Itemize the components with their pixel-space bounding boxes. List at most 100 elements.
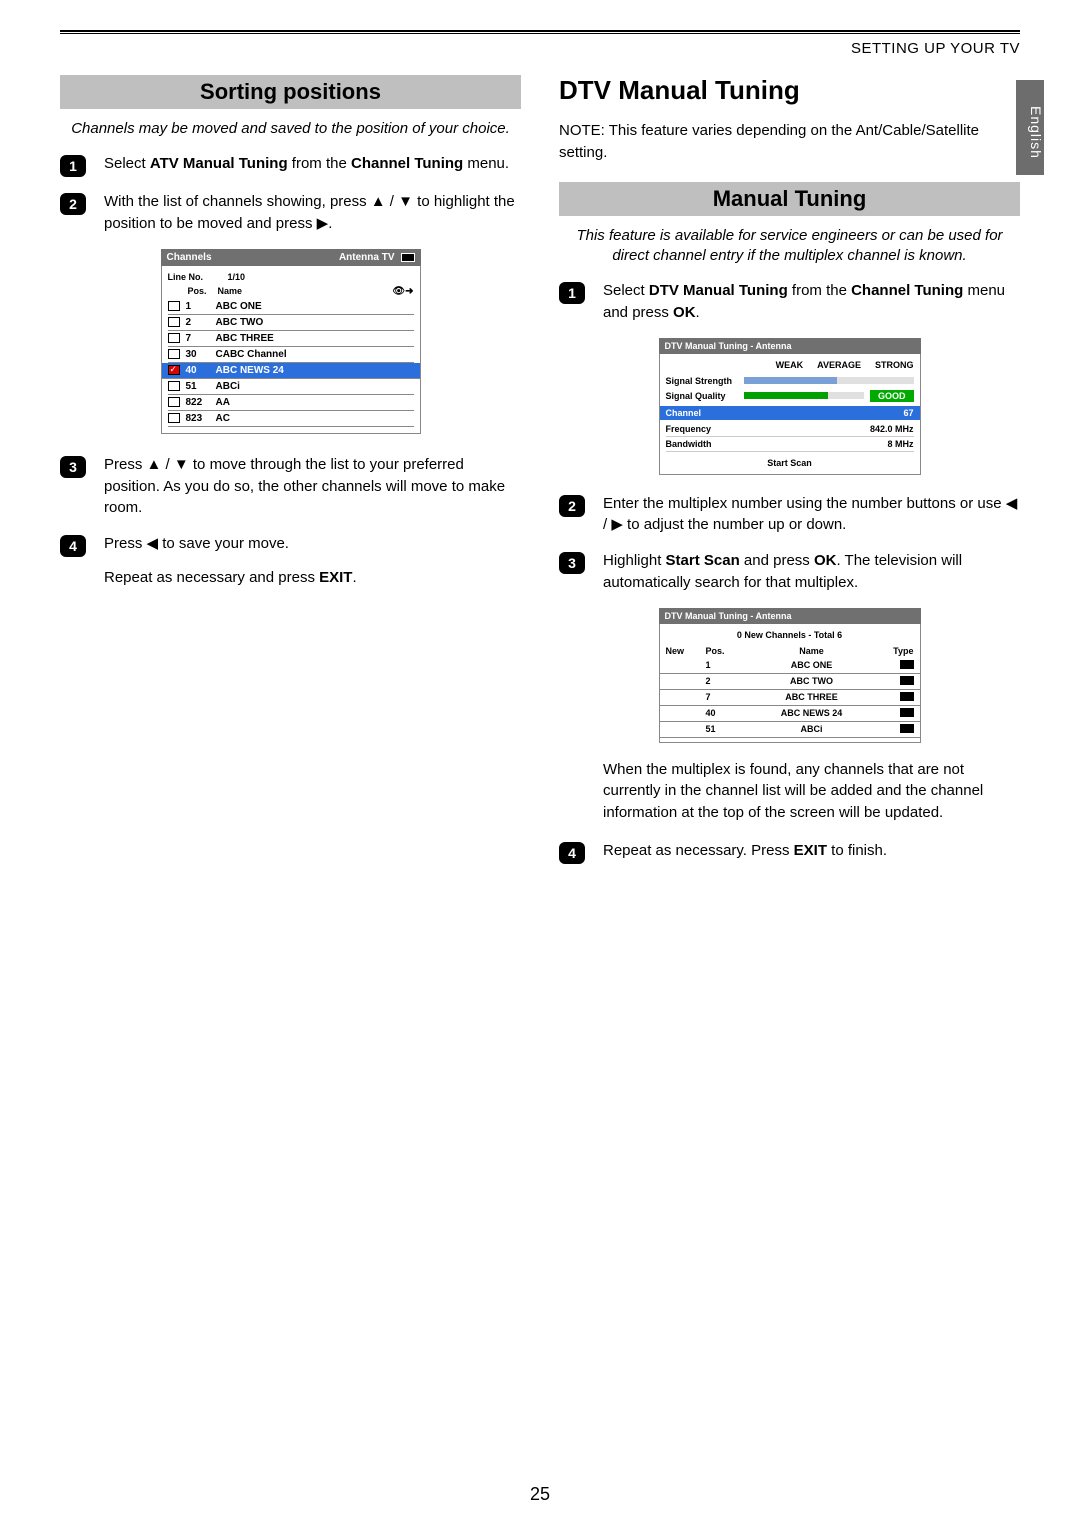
left-step-2: 2 With the list of channels showing, pre… xyxy=(60,191,521,235)
checkbox-icon xyxy=(168,301,180,311)
signal-quality-label: Signal Quality xyxy=(666,391,744,401)
channel-pos: 51 xyxy=(186,381,216,392)
step-text: Repeat as necessary. Press EXIT to finis… xyxy=(603,840,1020,862)
channel-name: ABC ONE xyxy=(216,301,414,312)
result-pos: 7 xyxy=(706,692,746,702)
bandwidth-value: 8 MHz xyxy=(887,439,913,449)
right-step-4: 4 Repeat as necessary. Press EXIT to fin… xyxy=(559,840,1020,864)
channel-name: CABC Channel xyxy=(216,349,414,360)
left-step-4: 4 Press ◀ to save your move. Repeat as n… xyxy=(60,533,521,589)
result-name: ABCi xyxy=(746,724,878,734)
checkbox-icon xyxy=(168,349,180,359)
channel-row: 1ABC ONE xyxy=(168,299,414,315)
result-type xyxy=(878,660,914,671)
channel-pos: 7 xyxy=(186,333,216,344)
channel-row: 2ABC TWO xyxy=(168,315,414,331)
left-step-3: 3 Press ▲ / ▼ to move through the list t… xyxy=(60,454,521,519)
step-text: With the list of channels showing, press… xyxy=(104,191,521,235)
result-name: ABC ONE xyxy=(746,660,878,670)
step-text: Highlight Start Scan and press OK. The t… xyxy=(603,550,1020,594)
checkbox-icon xyxy=(168,381,180,391)
col-name: Name xyxy=(746,646,878,656)
left-step-1: 1 Select ATV Manual Tuning from the Chan… xyxy=(60,153,521,177)
result-pos: 40 xyxy=(706,708,746,718)
left-column: Sorting positions Channels may be moved … xyxy=(60,75,521,878)
result-type xyxy=(878,692,914,703)
col-type: Type xyxy=(878,646,914,656)
up-down-icon: ▲ / ▼ xyxy=(147,456,189,473)
channel-row: 822AA xyxy=(168,395,414,411)
label-strong: STRONG xyxy=(875,360,914,370)
result-row: 7ABC THREE xyxy=(660,690,920,706)
col-pos: Pos. xyxy=(706,646,746,656)
channel-name: ABC THREE xyxy=(216,333,414,344)
step-text: Press ▲ / ▼ to move through the list to … xyxy=(104,454,521,519)
channel-name: ABCi xyxy=(216,381,414,392)
result-type xyxy=(878,676,914,687)
channel-pos: 30 xyxy=(186,349,216,360)
right-icon: ▶ xyxy=(317,215,329,232)
result-row: 2ABC TWO xyxy=(660,674,920,690)
label-weak: WEAK xyxy=(776,360,804,370)
dtv-note: NOTE: This feature varies depending on t… xyxy=(559,120,1020,164)
step-text: Select DTV Manual Tuning from the Channe… xyxy=(603,280,1020,324)
channel-row: 30CABC Channel xyxy=(168,347,414,363)
channels-osd: Channels Antenna TV Line No. 1/10 Pos. N… xyxy=(161,249,421,434)
tv-icon xyxy=(900,724,914,733)
col-new: New xyxy=(666,646,706,656)
step-text: Select ATV Manual Tuning from the Channe… xyxy=(104,153,521,175)
channel-pos: 2 xyxy=(186,317,216,328)
col-pos: Pos. xyxy=(188,286,218,297)
manual-tuning-subheading: Manual Tuning xyxy=(559,182,1020,216)
tv-icon xyxy=(900,676,914,685)
language-tab: English xyxy=(1016,80,1044,175)
result-row: 51ABCi xyxy=(660,722,920,738)
channel-pos: 823 xyxy=(186,413,216,424)
checkbox-icon xyxy=(168,413,180,423)
channel-row: 7ABC THREE xyxy=(168,331,414,347)
step-badge: 2 xyxy=(60,193,86,215)
step-text: Press ◀ to save your move. Repeat as nec… xyxy=(104,533,521,589)
right-step-2: 2 Enter the multiplex number using the n… xyxy=(559,493,1020,537)
channel-pos: 822 xyxy=(186,397,216,408)
signal-strength-label: Signal Strength xyxy=(666,376,744,386)
osd-title-right: Antenna TV xyxy=(339,252,395,263)
step-text: Enter the multiplex number using the num… xyxy=(603,493,1020,537)
dtv-osd-signal: DTV Manual Tuning - Antenna WEAK AVERAGE… xyxy=(659,338,921,475)
dtv-osd-results: DTV Manual Tuning - Antenna 0 New Channe… xyxy=(659,608,921,743)
tv-icon xyxy=(900,692,914,701)
right-column: DTV Manual Tuning NOTE: This feature var… xyxy=(559,75,1020,878)
checkbox-icon xyxy=(168,397,180,407)
right-step-1: 1 Select DTV Manual Tuning from the Chan… xyxy=(559,280,1020,324)
channel-label: Channel xyxy=(666,408,702,418)
step-badge: 3 xyxy=(60,456,86,478)
left-icon: ◀ xyxy=(147,535,159,552)
channel-row: 40ABC NEWS 24 xyxy=(162,363,420,379)
result-name: ABC NEWS 24 xyxy=(746,708,878,718)
signal-quality-bar xyxy=(744,392,864,399)
frequency-label: Frequency xyxy=(666,424,712,434)
checkbox-icon xyxy=(168,333,180,343)
channel-row: 51ABCi xyxy=(168,379,414,395)
checkbox-icon xyxy=(168,317,180,327)
result-pos: 51 xyxy=(706,724,746,734)
osd-title-left: Channels xyxy=(167,252,212,263)
right-step-3: 3 Highlight Start Scan and press OK. The… xyxy=(559,550,1020,594)
step-badge: 4 xyxy=(60,535,86,557)
channel-name: AA xyxy=(216,397,414,408)
eye-move-icon: 👁➜ xyxy=(392,286,413,297)
line-no-label: Line No. xyxy=(168,272,228,282)
dtv-osd-title: DTV Manual Tuning - Antenna xyxy=(659,338,921,354)
quality-badge: GOOD xyxy=(870,390,914,402)
dtv-osd2-title: DTV Manual Tuning - Antenna xyxy=(659,608,921,624)
result-name: ABC TWO xyxy=(746,676,878,686)
tv-icon xyxy=(900,660,914,669)
sorting-positions-heading: Sorting positions xyxy=(60,75,521,109)
page-number: 25 xyxy=(0,1484,1080,1505)
checkbox-icon xyxy=(168,365,180,375)
result-name: ABC THREE xyxy=(746,692,878,702)
step-badge: 4 xyxy=(559,842,585,864)
result-pos: 2 xyxy=(706,676,746,686)
channel-name: ABC TWO xyxy=(216,317,414,328)
signal-strength-bar xyxy=(744,377,914,384)
